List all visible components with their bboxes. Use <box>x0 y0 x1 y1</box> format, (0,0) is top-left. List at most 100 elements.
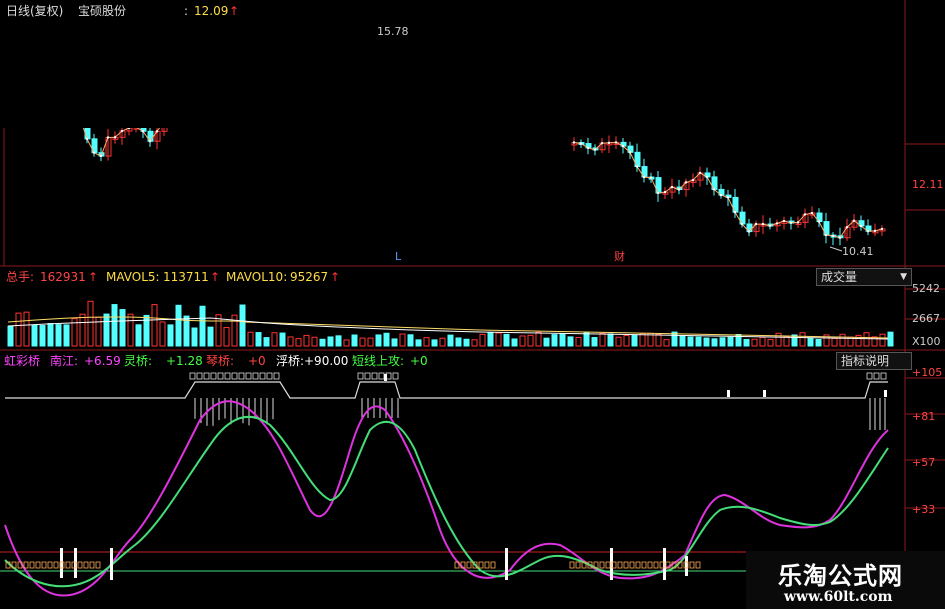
marker-L: L <box>395 250 402 263</box>
volume-bar <box>471 339 478 347</box>
bottom-box <box>65 561 71 569</box>
ma-dot <box>670 185 674 189</box>
ma-dot <box>873 229 877 233</box>
volume-bar <box>815 338 822 347</box>
volume-bar <box>719 337 726 347</box>
volume-bar <box>519 335 526 347</box>
ma-dot <box>719 193 723 197</box>
ma-dot <box>120 129 124 133</box>
bottom-box <box>478 561 484 569</box>
ma-dot <box>579 142 583 145</box>
volume-up-arrow: ↑ <box>88 270 99 284</box>
mavol5-label: MAVOL5: <box>106 270 160 284</box>
ma-dot <box>698 171 702 175</box>
volume-bar <box>111 304 118 347</box>
bridge-box <box>357 372 364 380</box>
volume-bar <box>23 311 30 347</box>
ma-dot <box>845 226 849 229</box>
ma-dot <box>747 230 751 233</box>
volume-bar <box>247 331 254 347</box>
ma-dot <box>810 211 814 215</box>
volume-bar <box>55 324 62 347</box>
volume-bar <box>631 335 638 347</box>
bottom-box <box>83 561 89 569</box>
volume-bar <box>159 321 166 347</box>
stock-name: 宝硕股份 <box>78 4 127 18</box>
volume-bar <box>39 325 46 347</box>
bottom-signal-bar <box>505 548 508 580</box>
ma-dot <box>572 141 576 144</box>
volume-bar <box>15 312 22 347</box>
bottom-box <box>569 561 575 569</box>
volume-bar <box>831 337 838 347</box>
bottom-box <box>53 561 59 569</box>
ma-dot <box>677 188 681 191</box>
ma-dot <box>726 196 730 199</box>
current-price: 12.09 <box>194 4 229 18</box>
ma-dot <box>85 137 89 141</box>
volume-bar <box>751 338 758 347</box>
indicator-name: 虹彩桥 <box>4 354 41 368</box>
ma-dot <box>593 148 597 151</box>
ma-dot <box>663 190 667 194</box>
ma-dot <box>635 165 639 168</box>
volume-bar <box>615 336 622 347</box>
bottom-box <box>575 561 581 569</box>
indicator-item-2-label: 灵桥: <box>124 354 153 368</box>
ma-dot <box>775 222 779 225</box>
indicator-axis-label-3: +57 <box>912 456 936 469</box>
marker-cai: 财 <box>614 250 625 263</box>
bridge-box <box>196 372 203 380</box>
bridge-box <box>273 372 280 380</box>
watermark-url: www.60lt.com <box>784 589 893 605</box>
volume-bar <box>87 300 94 347</box>
indicator-item-3-value: +0 <box>248 354 266 368</box>
bridge-box <box>252 372 259 380</box>
bridge-box <box>266 372 273 380</box>
volume-bar <box>119 309 126 347</box>
indicator-item-1-value: +6.59 <box>84 354 121 368</box>
bottom-box <box>77 561 83 569</box>
volume-bar <box>279 332 286 347</box>
ma-dot <box>761 222 765 226</box>
ma-dot <box>600 142 604 145</box>
volume-bar <box>679 335 686 347</box>
watermark-title: 乐淘公式网 <box>778 561 903 590</box>
indicator-select-dropdown[interactable]: 成交量 ▼ <box>816 268 912 286</box>
mavol10-label: MAVOL10: <box>226 270 288 284</box>
bottom-box <box>484 561 490 569</box>
volume-bar <box>759 336 766 347</box>
volume-bar <box>783 336 790 347</box>
ma-dot <box>852 219 856 222</box>
ma-dot <box>113 136 117 139</box>
volume-bar <box>399 333 406 347</box>
ma-dot <box>803 213 807 216</box>
ma-dot <box>586 146 590 150</box>
volume-bar <box>375 334 382 347</box>
volume-bar <box>207 326 214 347</box>
bottom-box <box>695 561 701 569</box>
ma-dot <box>99 154 103 158</box>
bottom-signal-bar <box>74 548 77 578</box>
volume-bar <box>495 332 502 347</box>
mavol10-value: 95267 <box>290 270 329 284</box>
volume-bar <box>695 336 702 347</box>
bottom-box <box>641 561 647 569</box>
price-up-arrow: ↑ <box>229 4 240 18</box>
ma-dot <box>148 140 152 143</box>
volume-bar <box>575 337 582 347</box>
volume-bar <box>527 334 534 347</box>
ma-dot <box>866 230 870 233</box>
volume-bar <box>175 304 182 347</box>
bottom-box <box>623 561 629 569</box>
bottom-box <box>617 561 623 569</box>
dropdown-value: 成交量 <box>821 270 858 284</box>
signal-mark <box>727 390 730 397</box>
volume-bar <box>567 336 574 347</box>
indicator-explain-button[interactable]: 指标说明 <box>836 352 912 370</box>
mavol5-value: 113711 <box>163 270 209 284</box>
volume-bar <box>439 337 446 347</box>
volume-bar <box>359 337 366 347</box>
volume-bar <box>335 335 342 347</box>
volume-bar <box>199 305 206 347</box>
